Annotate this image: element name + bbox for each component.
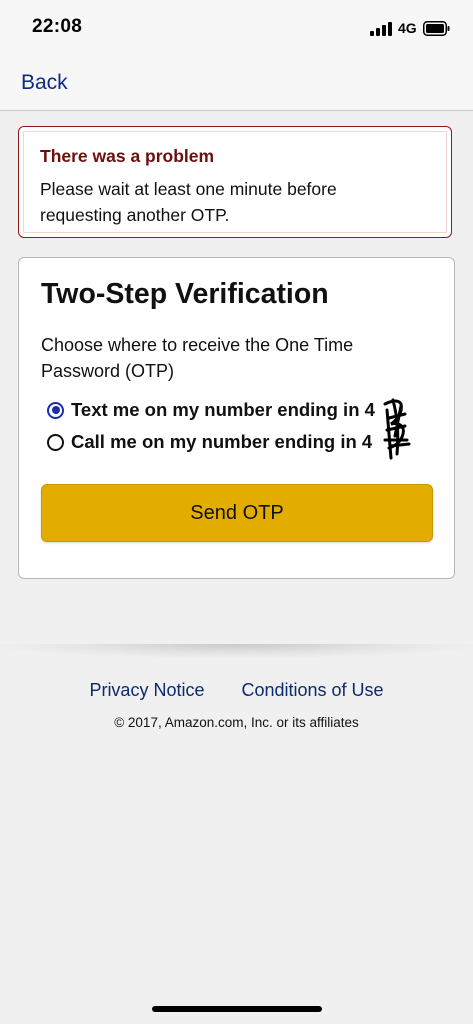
page-title: Two-Step Verification	[41, 278, 329, 310]
redaction-scribble	[383, 398, 411, 460]
battery-icon	[423, 21, 450, 36]
send-otp-button[interactable]: Send OTP	[41, 484, 433, 542]
signal-icon	[370, 22, 394, 36]
call-option-radio[interactable]	[47, 433, 64, 451]
text-option-radio[interactable]	[47, 401, 64, 419]
nav-bar: Back	[0, 56, 473, 111]
text-option[interactable]: Text me on my number ending in 4	[47, 399, 375, 421]
call-option[interactable]: Call me on my number ending in 4	[47, 431, 372, 453]
footer-links: Privacy Notice Conditions of Use	[0, 680, 473, 701]
verification-card: Two-Step Verification Choose where to re…	[18, 257, 455, 579]
alert-box: There was a problem Please wait at least…	[18, 126, 452, 238]
alert-title: There was a problem	[40, 146, 215, 166]
status-time: 22:08	[32, 16, 83, 37]
status-bar: 22:08 4G	[0, 0, 473, 56]
conditions-of-use-link[interactable]: Conditions of Use	[241, 680, 383, 700]
footer-divider	[0, 644, 473, 658]
verification-description: Choose where to receive the One Time Pas…	[41, 335, 354, 381]
text-option-label: Text me on my number ending in 4	[71, 399, 375, 420]
network-type: 4G	[398, 20, 417, 36]
alert-message: Please wait at least one minute before r…	[40, 179, 337, 225]
home-indicator	[152, 1006, 322, 1012]
copyright: © 2017, Amazon.com, Inc. or its affiliat…	[114, 715, 359, 730]
privacy-notice-link[interactable]: Privacy Notice	[89, 680, 204, 700]
back-button[interactable]: Back	[21, 71, 68, 95]
call-option-label: Call me on my number ending in 4	[71, 431, 373, 452]
